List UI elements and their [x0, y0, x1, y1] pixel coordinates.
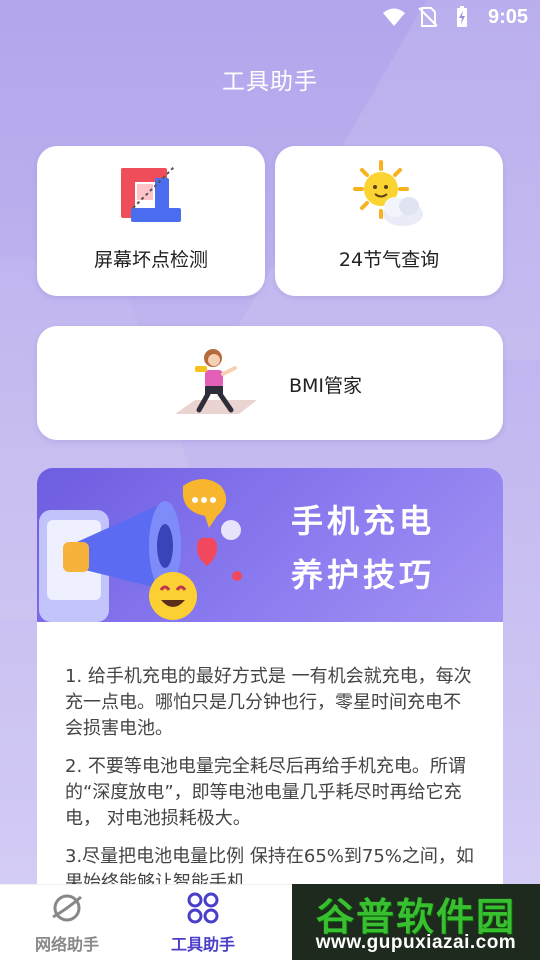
app-screen: 9:05 工具助手 屏幕坏点检测 24节气查询 BMI管家 手机充电 养护技巧 …	[0, 0, 540, 960]
tool-label: 24节气查询	[338, 249, 440, 271]
banner-title-line2: 养护技巧	[291, 556, 436, 594]
wifi-icon	[382, 5, 406, 29]
charging-tips-banner: 手机充电 养护技巧	[37, 468, 503, 622]
charging-tips-list: 1. 给手机充电的最好方式是 一有机会就充电，每次充一点电。哪怕只是几分钟也行，…	[37, 622, 503, 890]
nav-label: 工具助手	[170, 935, 235, 954]
status-bar: 9:05	[0, 0, 540, 34]
tip-item: 2. 不要等电池电量完全耗尽后再给手机充电。所谓的“深度放电”，即等电池电量几乎…	[65, 756, 466, 829]
planet-icon	[50, 891, 84, 929]
nav-label: 网络助手	[34, 935, 99, 954]
megaphone-icon	[37, 472, 267, 622]
banner-title-line1: 手机充电	[291, 502, 436, 540]
watermark-url: www.gupuxiazai.com	[315, 932, 517, 953]
page-title: 工具助手	[222, 69, 318, 95]
nav-item-tools[interactable]: 工具助手	[138, 885, 268, 960]
no-sim-icon	[416, 5, 440, 29]
site-watermark: 谷普软件园 www.gupuxiazai.com	[292, 884, 540, 960]
nav-item-network[interactable]: 网络助手	[2, 885, 132, 960]
fitness-girl-icon	[169, 346, 265, 426]
tip-item: 1. 给手机充电的最好方式是 一有机会就充电，每次充一点电。哪怕只是几分钟也行，…	[65, 666, 472, 739]
tools-grid-icon	[186, 891, 220, 929]
tool-card-screen-check[interactable]: 屏幕坏点检测	[37, 146, 265, 296]
tool-card-bmi[interactable]: BMI管家	[37, 326, 503, 440]
status-time: 9:05	[487, 5, 528, 28]
tool-card-solar-terms[interactable]: 24节气查询	[275, 146, 503, 296]
crop-icon	[115, 162, 187, 232]
sun-cloud-icon	[351, 160, 425, 234]
battery-charging-icon	[450, 5, 474, 29]
tool-label: 屏幕坏点检测	[93, 249, 208, 271]
tool-label: BMI管家	[289, 375, 363, 397]
